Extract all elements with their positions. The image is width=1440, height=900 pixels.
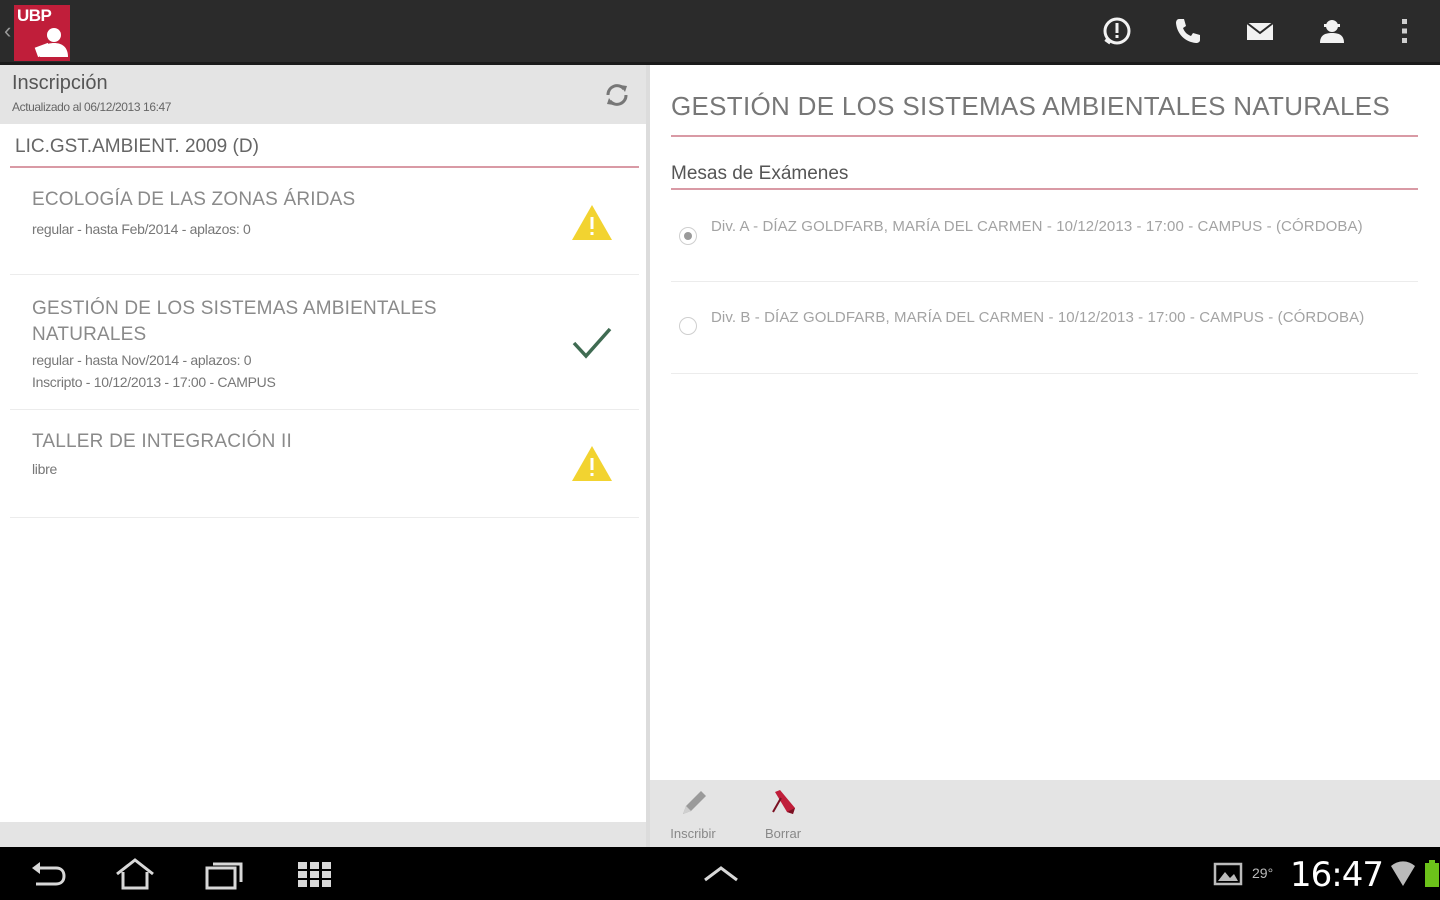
student-icon — [34, 28, 68, 58]
exam-option-div-a[interactable]: Div. A - DÍAZ GOLDFARB, MARÍA DEL CARMEN… — [671, 200, 1418, 282]
home-icon[interactable] — [113, 856, 157, 892]
career-divider — [10, 166, 639, 168]
course-meta: libre — [32, 461, 57, 477]
clock: 16:47 — [1290, 855, 1384, 895]
warning-icon — [572, 446, 612, 481]
list-footer — [0, 822, 646, 847]
list-header-title: Inscripción — [12, 72, 108, 94]
course-meta: Inscripto - 10/12/2013 - 17:00 - CAMPUS — [32, 374, 276, 390]
exam-option-div-b[interactable]: Div. B - DÍAZ GOLDFARB, MARÍA DEL CARMEN… — [671, 282, 1418, 374]
warning-icon — [572, 205, 612, 240]
apps-grid-icon[interactable] — [293, 856, 337, 892]
course-item[interactable]: GESTIÓN DE LOS SISTEMAS AMBIENTALES NATU… — [10, 275, 639, 410]
exam-option-text: Div. A - DÍAZ GOLDFARB, MARÍA DEL CARMEN… — [711, 218, 1363, 235]
detail-title: GESTIÓN DE LOS SISTEMAS AMBIENTALES NATU… — [671, 91, 1391, 121]
clock-alert-icon[interactable] — [1100, 14, 1134, 48]
up-chevron-icon[interactable]: ‹ — [4, 20, 14, 42]
enrollment-list-pane: Inscripción Actualizado al 06/12/2013 16… — [0, 65, 646, 847]
temperature-label: 29° — [1252, 865, 1274, 881]
app-logo[interactable]: UBP — [14, 5, 70, 61]
course-name: ECOLOGÍA DE LAS ZONAS ÁRIDAS — [32, 189, 356, 210]
eraser-pencil-icon — [772, 790, 795, 814]
radio-button[interactable] — [679, 317, 697, 335]
last-updated-label: Actualizado al 06/12/2013 16:47 — [12, 100, 172, 114]
inscribir-label: Inscribir — [670, 826, 716, 841]
course-item[interactable]: TALLER DE INTEGRACIÓN II libre — [10, 410, 639, 518]
battery-icon — [1410, 856, 1439, 892]
user-icon[interactable] — [1315, 14, 1349, 48]
check-icon — [572, 327, 612, 359]
list-header: Inscripción Actualizado al 06/12/2013 16… — [0, 65, 646, 124]
action-toolbar: Inscribir Borrar — [650, 780, 1440, 847]
back-icon[interactable] — [26, 856, 70, 892]
course-meta: regular - hasta Feb/2014 - aplazos: 0 — [32, 221, 251, 237]
exam-option-text: Div. B - DÍAZ GOLDFARB, MARÍA DEL CARMEN… — [711, 309, 1365, 326]
course-meta: regular - hasta Nov/2014 - aplazos: 0 — [32, 352, 252, 368]
detail-title-divider — [671, 135, 1418, 137]
radio-button[interactable] — [679, 227, 697, 245]
career-label: LIC.GST.AMBIENT. 2009 (D) — [15, 136, 259, 157]
course-name: TALLER DE INTEGRACIÓN II — [32, 431, 292, 452]
course-name: GESTIÓN DE LOS SISTEMAS AMBIENTALES NATU… — [32, 298, 437, 345]
phone-icon[interactable] — [1171, 14, 1205, 48]
system-nav-bar: 29° 16:47 — [0, 847, 1440, 900]
refresh-icon[interactable] — [601, 79, 633, 111]
overflow-menu-icon[interactable] — [1388, 14, 1422, 48]
course-item[interactable]: ECOLOGÍA DE LAS ZONAS ÁRIDAS regular - h… — [10, 169, 639, 275]
borrar-label: Borrar — [764, 826, 802, 841]
borrar-button[interactable]: Borrar — [748, 786, 818, 844]
gallery-icon — [1206, 856, 1246, 892]
action-bar: ‹ UBP — [0, 0, 1440, 65]
pencil-icon — [683, 791, 706, 814]
course-detail-pane: GESTIÓN DE LOS SISTEMAS AMBIENTALES NATU… — [650, 65, 1440, 847]
inscribir-button[interactable]: Inscribir — [658, 786, 728, 844]
wifi-icon — [1381, 856, 1415, 892]
mail-icon[interactable] — [1243, 14, 1277, 48]
chevron-up-icon[interactable] — [699, 856, 743, 892]
section-title: Mesas de Exámenes — [671, 163, 849, 184]
section-divider — [671, 188, 1418, 190]
recent-apps-icon[interactable] — [203, 856, 247, 892]
